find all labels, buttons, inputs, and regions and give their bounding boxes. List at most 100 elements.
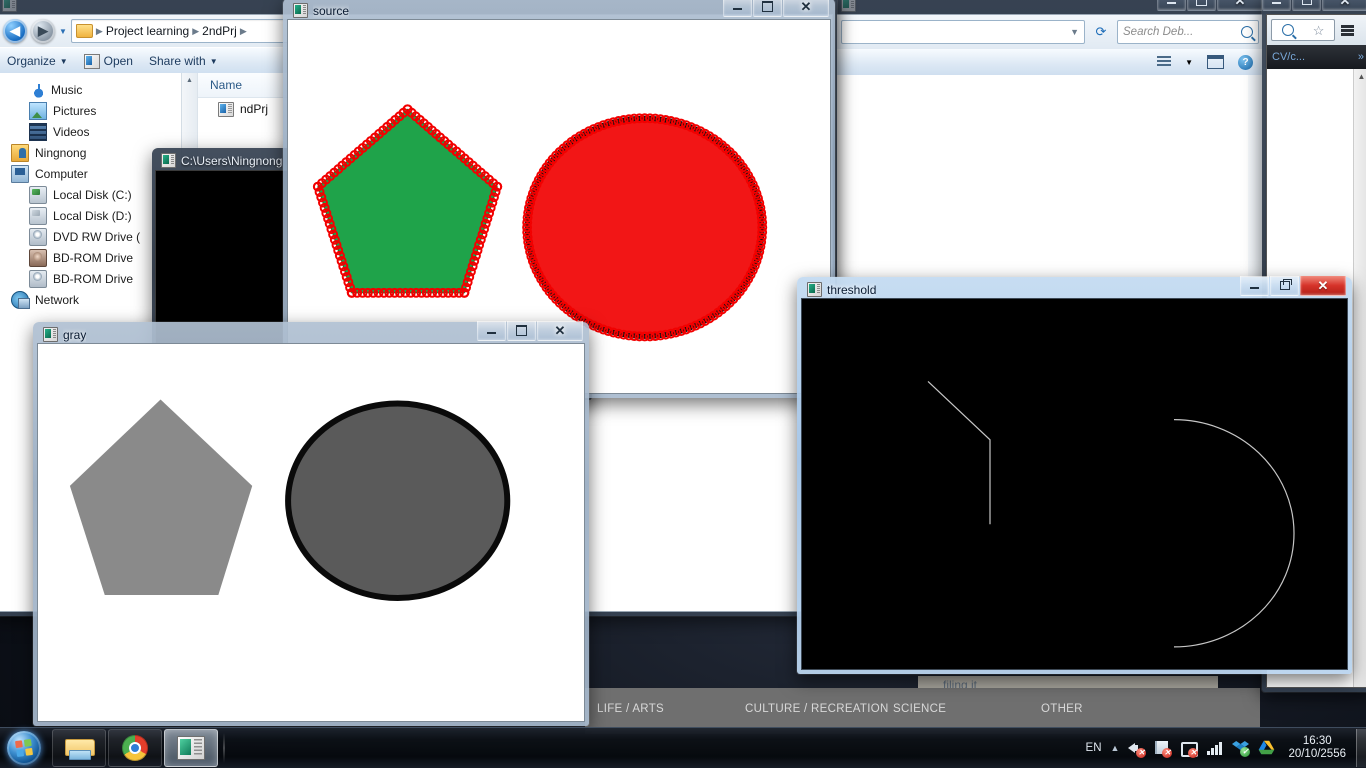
- browser-close-button[interactable]: ✕: [1322, 0, 1366, 11]
- threshold-edge-svg: [802, 299, 1347, 669]
- source-maximize-button[interactable]: [753, 0, 782, 17]
- threshold-window-title: threshold: [827, 282, 877, 297]
- threshold-titlebar[interactable]: threshold ✕: [801, 276, 1348, 299]
- language-indicator[interactable]: EN: [1086, 742, 1102, 754]
- gray-close-button[interactable]: ✕: [537, 321, 583, 341]
- browser-vertical-scrollbar[interactable]: ▲: [1353, 69, 1366, 687]
- gray-image-svg: [69, 399, 511, 601]
- footer-column-science[interactable]: SCIENCE: [893, 702, 1041, 716]
- address-dropdown-icon[interactable]: ▼: [1070, 27, 1079, 37]
- refresh-icon[interactable]: ⟳: [1090, 21, 1112, 43]
- volume-muted-icon[interactable]: ✕: [1128, 740, 1147, 758]
- browser-tab-row: CV/c... »: [1267, 45, 1366, 69]
- explorer-folder-icon: [841, 0, 856, 12]
- videos-icon: [29, 122, 47, 141]
- explorer2-minimize-button[interactable]: [1157, 0, 1186, 11]
- taskbar-button-chrome[interactable]: [108, 729, 162, 767]
- sidebar-item-music[interactable]: Music: [0, 79, 197, 100]
- signal-bars-icon[interactable]: [1206, 740, 1223, 757]
- browser-minimize-button[interactable]: [1262, 0, 1291, 11]
- opencv-window-icon: [807, 282, 822, 297]
- view-mode-icon[interactable]: [1157, 56, 1172, 68]
- share-with-button[interactable]: Share with ▼: [149, 54, 218, 68]
- explorer2-close-button[interactable]: ✕: [1217, 0, 1263, 11]
- footer-column-culture[interactable]: CULTURE / RECREATION: [745, 702, 893, 716]
- pentagon-shape: [317, 108, 498, 294]
- scroll-up-icon[interactable]: ▲: [1354, 69, 1366, 83]
- forward-button[interactable]: ▶: [31, 19, 55, 43]
- sidebar-label: Videos: [53, 124, 90, 139]
- threshold-window[interactable]: threshold ✕: [797, 276, 1352, 674]
- preview-pane-icon[interactable]: [1207, 55, 1224, 69]
- explorer2-address-bar[interactable]: ▼: [841, 20, 1085, 44]
- scroll-up-icon[interactable]: ▲: [182, 73, 197, 88]
- help-icon[interactable]: ?: [1238, 54, 1253, 70]
- browser-window-buttons: ✕: [1261, 0, 1366, 11]
- sidebar-item-pictures[interactable]: Pictures: [0, 100, 197, 121]
- explorer2-maximize-button[interactable]: [1187, 0, 1216, 11]
- open-file-icon: [83, 53, 100, 69]
- explorer2-search-input[interactable]: Search Deb...: [1117, 20, 1259, 44]
- gray-window-buttons: ✕: [476, 321, 583, 341]
- organize-button[interactable]: Organize ▼: [7, 54, 68, 68]
- gray-window[interactable]: gray ✕: [33, 321, 589, 726]
- favorites-star-icon[interactable]: ☆: [1313, 24, 1325, 37]
- disk-icon: [29, 185, 47, 204]
- chevron-down-icon[interactable]: ▼: [1185, 58, 1193, 67]
- disk-icon: [29, 206, 47, 225]
- sidebar-label: DVD RW Drive (: [53, 229, 141, 244]
- show-desktop-button[interactable]: [1356, 729, 1366, 767]
- gray-maximize-button[interactable]: [507, 321, 536, 341]
- browser-search-box[interactable]: ☆: [1271, 19, 1335, 41]
- network-error-icon[interactable]: ✕: [1180, 740, 1199, 758]
- menu-hamburger-icon[interactable]: [1341, 24, 1354, 36]
- sidebar-label: Ningnong: [35, 145, 87, 160]
- pictures-icon: [29, 101, 47, 120]
- source-close-button[interactable]: ✕: [783, 0, 829, 17]
- recent-pages-dropdown-icon[interactable]: ▼: [59, 27, 67, 36]
- folder-icon: [75, 24, 93, 38]
- explorer2-toolbar: ▼ ?: [835, 49, 1265, 76]
- back-button[interactable]: ◀: [3, 19, 27, 43]
- clock[interactable]: 16:30 20/10/2556: [1284, 735, 1350, 761]
- dropbox-icon[interactable]: ✓: [1232, 740, 1251, 757]
- footer-column-life-arts[interactable]: LIFE / ARTS: [597, 702, 745, 716]
- explorer2-titlebar[interactable]: ✕: [835, 0, 1265, 14]
- taskbar: EN ▲ ✕ ✕ ✕ ✓ 16:30 20/10/2556: [0, 727, 1366, 768]
- breadcrumb-item-project-learning[interactable]: Project learning: [106, 24, 189, 38]
- computer-icon: [11, 164, 29, 183]
- dvd-icon: [29, 269, 47, 288]
- chevron-down-icon: ▼: [209, 56, 218, 66]
- gray-minimize-button[interactable]: [477, 321, 506, 341]
- file-name: ndPrj: [240, 102, 269, 116]
- threshold-close-button[interactable]: ✕: [1300, 276, 1346, 296]
- open-button[interactable]: Open: [83, 53, 133, 69]
- taskbar-button-explorer[interactable]: [52, 729, 106, 767]
- sidebar-label: BD-ROM Drive: [53, 271, 133, 286]
- user-icon: [11, 143, 29, 162]
- browser-titlebar[interactable]: ✕: [1262, 0, 1366, 14]
- show-hidden-icons-icon[interactable]: ▲: [1111, 743, 1120, 753]
- threshold-image-canvas[interactable]: [801, 298, 1348, 670]
- console-app-icon: [161, 153, 176, 168]
- footer-column-other[interactable]: OTHER: [1041, 702, 1189, 716]
- circle-shape-gray: [285, 400, 511, 601]
- threshold-minimize-button[interactable]: [1240, 276, 1269, 296]
- search-icon: [1241, 26, 1253, 38]
- start-button[interactable]: [2, 729, 46, 767]
- source-minimize-button[interactable]: [723, 0, 752, 17]
- source-titlebar[interactable]: source ✕: [287, 0, 831, 20]
- google-drive-icon[interactable]: [1258, 740, 1275, 757]
- threshold-restore-button[interactable]: [1270, 276, 1299, 296]
- gray-titlebar[interactable]: gray ✕: [37, 321, 585, 344]
- breadcrumb-item-2ndprj[interactable]: 2ndPrj: [202, 24, 237, 38]
- tab-overflow-icon[interactable]: »: [1358, 51, 1364, 63]
- network-icon: [11, 290, 30, 309]
- sidebar-label: Local Disk (C:): [53, 187, 132, 202]
- taskbar-button-opencv[interactable]: [164, 729, 218, 767]
- sidebar-item-videos[interactable]: Videos: [0, 121, 197, 142]
- browser-restore-button[interactable]: [1292, 0, 1321, 11]
- gray-image-canvas[interactable]: [37, 343, 585, 722]
- browser-tab-label[interactable]: CV/c...: [1272, 51, 1305, 63]
- action-center-flag-error-icon[interactable]: ✕: [1154, 740, 1173, 758]
